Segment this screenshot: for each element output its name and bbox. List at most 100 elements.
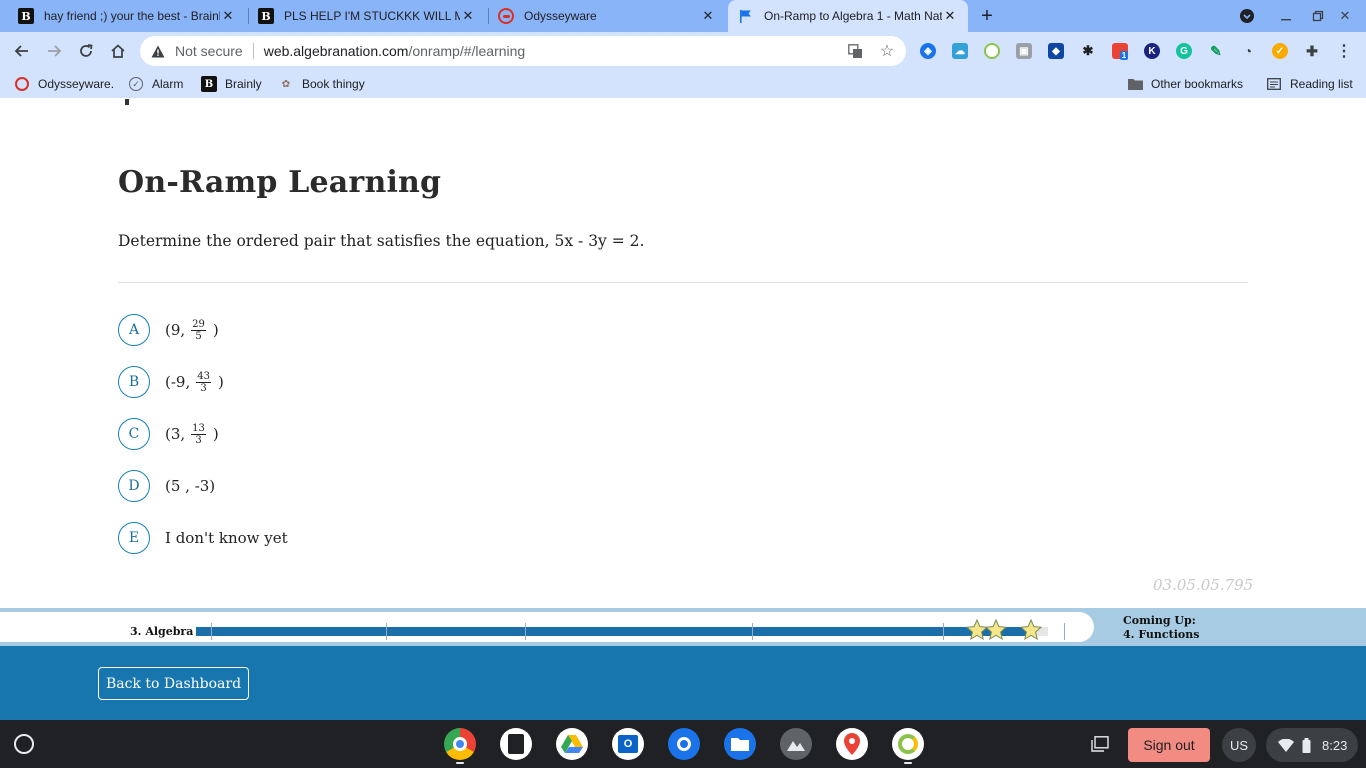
browser-toolbar: Not secure web.algebranation.com /onramp… — [0, 32, 1366, 70]
extensions-puzzle-icon[interactable]: ✚ — [1304, 43, 1320, 59]
outlook-icon[interactable]: O — [612, 728, 644, 760]
tab-search-icon[interactable] — [1238, 7, 1256, 25]
divider — [118, 282, 1248, 283]
calculator-icon[interactable] — [500, 728, 532, 760]
lesson-page: On-Ramp Learning Determine the ordered p… — [0, 99, 1366, 608]
reading-list-button[interactable]: Reading list — [1266, 76, 1353, 92]
tab-math-nation[interactable]: On-Ramp to Algebra 1 - Math Nation ✕ — [728, 0, 968, 32]
bookmark-label: Odysseyware. — [38, 77, 115, 91]
section-tick — [943, 623, 944, 640]
browser-menu-icon[interactable]: ⋮ — [1336, 43, 1352, 60]
gallery-icon[interactable] — [780, 728, 812, 760]
extension-cloud-icon[interactable]: ☁ — [952, 43, 968, 59]
new-tab-button[interactable]: + — [976, 5, 998, 27]
google-drive-icon[interactable] — [556, 728, 588, 760]
forward-icon[interactable] — [42, 39, 66, 63]
screencast-icon[interactable] — [892, 728, 924, 760]
close-icon[interactable]: ✕ — [220, 8, 236, 24]
clock: 8:23 — [1322, 737, 1348, 753]
status-area[interactable]: 8:23 — [1266, 728, 1358, 762]
google-maps-icon[interactable] — [836, 728, 868, 760]
security-label[interactable]: Not secure — [175, 43, 243, 59]
back-icon[interactable] — [10, 39, 34, 63]
input-method-button[interactable]: US — [1222, 728, 1256, 762]
choice-letter[interactable]: D — [118, 470, 150, 502]
choice-text: (3, 13 3 ) — [165, 423, 219, 446]
bookmark-label: Brainly — [225, 77, 262, 91]
restore-icon[interactable] — [1309, 7, 1327, 25]
holding-space-icon[interactable] — [1090, 734, 1110, 754]
reading-list-label: Reading list — [1290, 77, 1353, 91]
home-icon[interactable] — [106, 39, 130, 63]
extension-k-icon[interactable]: K — [1144, 43, 1160, 59]
page-footer: Back to Dashboard — [0, 646, 1366, 720]
brainly-icon: B — [258, 8, 274, 24]
extension-badge-count: 1 — [1119, 50, 1129, 60]
files-icon[interactable] — [724, 728, 756, 760]
camera-icon[interactable] — [668, 728, 700, 760]
choice-suffix: ) — [217, 373, 224, 391]
chrome-icon[interactable] — [444, 728, 476, 760]
choice-letter[interactable]: C — [118, 418, 150, 450]
tab-title: PLS HELP I'M STUCKKK WILL MARK — [284, 9, 460, 23]
extension-diamond-icon[interactable]: ◆ — [1048, 43, 1064, 59]
fraction: 13 3 — [191, 423, 206, 446]
launcher-icon[interactable] — [14, 734, 34, 754]
section-tick — [525, 623, 526, 640]
bookmark-star-icon[interactable]: ☆ — [879, 43, 895, 60]
close-icon[interactable]: ✕ — [700, 8, 716, 24]
tab-brainly-2[interactable]: B PLS HELP I'M STUCKKK WILL MARK ✕ — [248, 0, 486, 32]
bookmark-odysseyware[interactable]: Odysseyware. — [14, 76, 114, 92]
back-to-dashboard-button[interactable]: Back to Dashboard — [98, 667, 249, 700]
other-bookmarks-label: Other bookmarks — [1151, 77, 1244, 91]
extension-badge-icon[interactable]: 1 — [1112, 43, 1129, 60]
extension-shield-icon[interactable]: ◈ — [920, 43, 936, 59]
bookmark-brainly[interactable]: B Brainly — [201, 76, 262, 92]
url-host: web.algebranation.com — [263, 43, 409, 59]
sign-out-button[interactable]: Sign out — [1128, 728, 1210, 762]
reload-icon[interactable] — [74, 39, 98, 63]
answer-choice-b[interactable]: B (-9, 43 3 ) — [118, 366, 224, 398]
extension-gauge-icon[interactable]: ◔ — [1240, 43, 1256, 59]
address-bar[interactable]: Not secure web.algebranation.com /onramp… — [140, 36, 906, 66]
answer-choice-d[interactable]: D (5 , -3) — [118, 470, 215, 502]
next-unit-label: 4. Functions — [1123, 628, 1200, 641]
extension-pen-icon[interactable]: ✎ — [1208, 43, 1224, 59]
close-icon[interactable]: ✕ — [942, 8, 958, 24]
extension-compass-icon[interactable]: ✓ — [1272, 43, 1288, 59]
tab-odysseyware[interactable]: Odysseyware ✕ — [488, 0, 726, 32]
translate-icon[interactable] — [847, 43, 863, 59]
other-bookmarks-folder[interactable]: Other bookmarks — [1127, 76, 1243, 92]
star-icon — [1020, 619, 1042, 641]
numerator: 43 — [196, 370, 211, 383]
folder-icon — [1127, 76, 1143, 92]
numerator: 13 — [191, 422, 206, 435]
extension-circle-icon[interactable] — [984, 43, 1000, 59]
close-window-icon[interactable]: ✕ — [1336, 7, 1354, 25]
bookmark-label: Book thingy — [302, 77, 365, 91]
running-indicator — [904, 762, 912, 764]
choice-letter[interactable]: E — [118, 522, 150, 554]
choice-suffix: ) — [212, 321, 219, 339]
warning-icon[interactable] — [150, 43, 166, 59]
bookmark-book-thingy[interactable]: ✿ Book thingy — [278, 76, 365, 92]
progress-bar — [196, 627, 1048, 636]
close-icon[interactable]: ✕ — [460, 8, 476, 24]
answer-choice-a[interactable]: A (9, 29 5 ) — [118, 314, 219, 346]
choice-letter[interactable]: A — [118, 314, 150, 346]
extension-copy-icon[interactable]: ▣ — [1016, 43, 1032, 59]
battery-icon — [1302, 737, 1312, 753]
section-tick — [752, 623, 753, 640]
bookmark-alarm[interactable]: ✓ Alarm — [128, 76, 183, 92]
answer-choice-c[interactable]: C (3, 13 3 ) — [118, 418, 219, 450]
page-title: On-Ramp Learning — [118, 165, 442, 200]
answer-choice-e[interactable]: E I don't know yet — [118, 522, 288, 554]
tab-title: Odysseyware — [524, 9, 597, 23]
minimize-icon[interactable] — [1277, 7, 1295, 25]
extension-bug-icon[interactable]: ✱ — [1080, 43, 1096, 59]
grammarly-icon[interactable]: G — [1176, 43, 1192, 59]
choice-letter[interactable]: B — [118, 366, 150, 398]
star-icon — [985, 619, 1007, 641]
book-icon: ✿ — [281, 78, 291, 90]
tab-brainly-1[interactable]: B hay friend ;) your the best - Brainly … — [8, 0, 246, 32]
